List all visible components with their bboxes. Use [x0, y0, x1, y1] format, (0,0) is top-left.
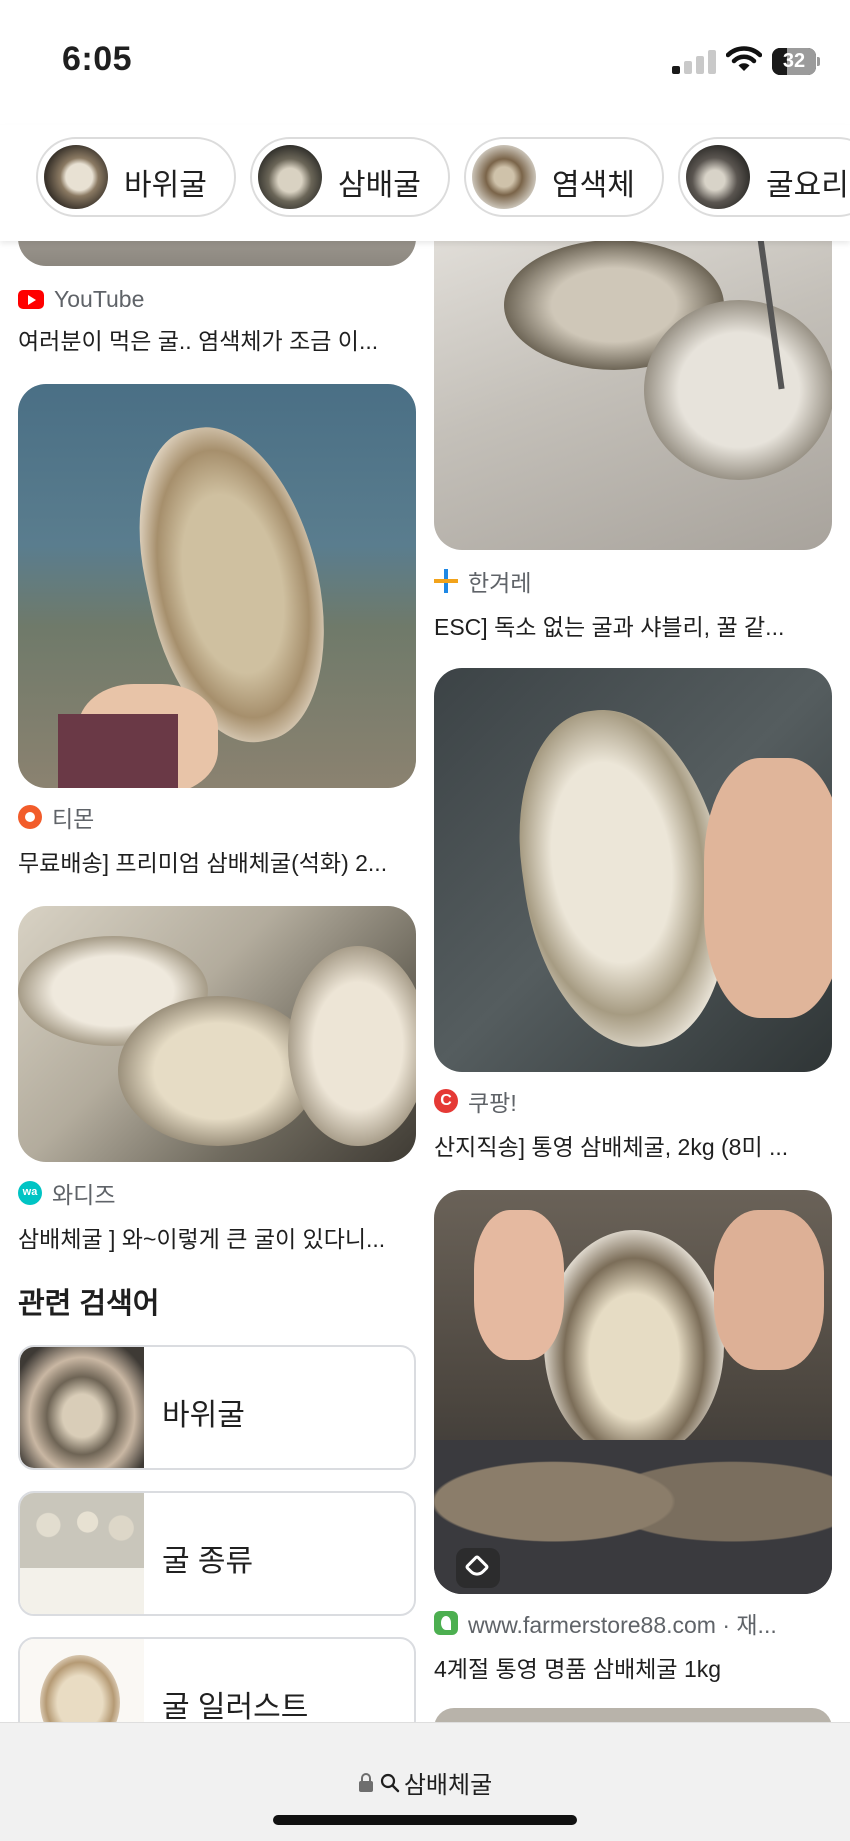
browser-bottom-bar: 삼배체굴 — [0, 1722, 850, 1841]
tmon-icon — [18, 805, 42, 829]
chip-삼배굴[interactable]: 삼배굴 — [250, 137, 450, 217]
chip-label: 굴요리 — [766, 169, 849, 202]
wadiz-icon: wa — [18, 1181, 42, 1205]
related-thumbnail — [20, 1347, 144, 1468]
chip-label: 삼배굴 — [338, 169, 421, 202]
chip-label: 염색체 — [552, 169, 635, 202]
status-time: 6:05 — [62, 40, 133, 78]
youtube-icon — [18, 289, 44, 309]
result-farmerstore[interactable]: www.farmerstore88.com · 재... 4계절 통영 명품 삼… — [434, 1190, 832, 1682]
result-source: 한겨레 — [434, 566, 531, 596]
chip-thumbnail — [44, 145, 108, 209]
wifi-icon — [726, 46, 762, 71]
result-coupang[interactable]: C 쿠팡! 산지직송] 통영 삼배체굴, 2kg (8미 ... — [434, 668, 832, 1160]
home-indicator[interactable] — [273, 1815, 577, 1825]
related-heading: 관련 검색어 — [18, 1288, 160, 1320]
result-image — [434, 1190, 832, 1594]
lock-icon — [358, 1772, 373, 1792]
result-wadiz[interactable]: wa 와디즈 삼배체굴 ] 와~이렇게 큰 굴이 있다니... — [18, 906, 416, 1252]
related-label: 굴 일러스트 — [162, 1691, 309, 1724]
related-item-굴종류[interactable]: 굴 종류 — [18, 1491, 416, 1616]
status-bar: 6:05 32 — [0, 0, 850, 125]
hankyoreh-icon — [434, 569, 458, 593]
battery-icon: 32 — [772, 48, 820, 75]
chip-thumbnail — [472, 145, 536, 209]
search-query: 삼배체굴 — [403, 1772, 493, 1799]
result-image — [434, 668, 832, 1072]
battery-level: 32 — [782, 50, 806, 72]
result-image — [18, 906, 416, 1162]
result-tmon[interactable]: 티몬 무료배송] 프리미엄 삼배체굴(석화) 2... — [18, 384, 416, 876]
address-bar[interactable]: 삼배체굴 — [0, 1765, 850, 1800]
chip-label: 바위굴 — [124, 169, 207, 202]
related-label: 굴 종류 — [162, 1545, 254, 1578]
result-title[interactable]: 무료배송] 프리미엄 삼배체굴(석화) 2... — [18, 844, 416, 878]
chip-굴요리[interactable]: 굴요리 — [678, 137, 850, 217]
coupang-icon: C — [434, 1089, 458, 1113]
related-chip-bar: 바위굴 삼배굴 염색체 굴요리 — [0, 125, 850, 241]
result-source: wa 와디즈 — [18, 1178, 115, 1208]
chip-염색체[interactable]: 염색체 — [464, 137, 664, 217]
search-icon — [380, 1773, 400, 1792]
chip-thumbnail — [258, 145, 322, 209]
result-source: 티몬 — [18, 802, 94, 832]
product-tag-icon[interactable] — [456, 1548, 500, 1588]
result-title[interactable]: 산지직송] 통영 삼배체굴, 2kg (8미 ... — [434, 1128, 832, 1162]
result-title[interactable]: 4계절 통영 명품 삼배체굴 1kg — [434, 1650, 832, 1684]
chip-바위굴[interactable]: 바위굴 — [36, 137, 236, 217]
result-source: YouTube — [18, 284, 144, 314]
result-title[interactable]: 여러분이 먹은 굴.. 염색체가 조금 이... — [18, 322, 416, 356]
result-youtube[interactable]: YouTube 여러분이 먹은 굴.. 염색체가 조금 이... — [18, 284, 416, 354]
chip-thumbnail — [686, 145, 750, 209]
result-title[interactable]: ESC] 독소 없는 굴과 샤블리, 꿀 같... — [434, 608, 832, 642]
result-source: www.farmerstore88.com · 재... — [434, 1608, 832, 1638]
related-item-바위굴[interactable]: 바위굴 — [18, 1345, 416, 1470]
signal-icon — [672, 50, 718, 74]
result-image — [18, 384, 416, 788]
related-thumbnail — [20, 1493, 144, 1614]
related-label: 바위굴 — [162, 1399, 245, 1432]
farmerstore-icon — [434, 1611, 458, 1635]
result-hani[interactable]: 한겨레 ESC] 독소 없는 굴과 샤블리, 꿀 같... — [434, 180, 832, 640]
result-source: C 쿠팡! — [434, 1086, 517, 1116]
result-title[interactable]: 삼배체굴 ] 와~이렇게 큰 굴이 있다니... — [18, 1220, 416, 1254]
